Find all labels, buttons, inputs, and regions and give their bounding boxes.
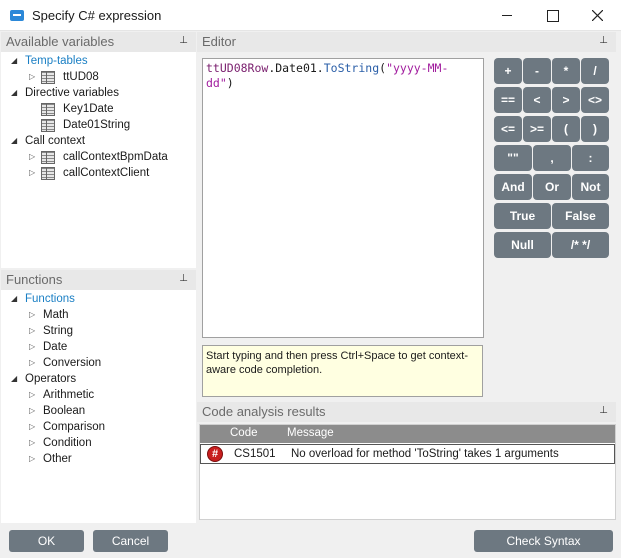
close-icon <box>592 10 603 21</box>
functions-panel-title: Functions <box>6 272 63 287</box>
collapse-icon[interactable]: ◢ <box>11 136 17 145</box>
expand-icon[interactable]: ▷ <box>29 422 35 431</box>
pin-icon[interactable]: ⊥ <box>179 35 188 46</box>
variables-tree: ◢ Temp-tables ▷ ttUD08 ◢ Directive varia… <box>1 52 196 268</box>
key-right-paren[interactable]: ) <box>581 116 609 142</box>
editor-panel-header: Editor ⊥ <box>197 32 616 52</box>
table-icon <box>41 151 55 164</box>
expand-icon[interactable]: ▷ <box>29 152 35 161</box>
code-token: "yyyy-MM- <box>386 61 449 75</box>
functions-panel-header: Functions ⊥ <box>1 270 196 290</box>
key-not[interactable]: Not <box>572 174 609 200</box>
expand-icon[interactable]: ▷ <box>29 438 35 447</box>
key-colon[interactable]: : <box>572 145 609 171</box>
expand-icon[interactable]: ▷ <box>29 358 35 367</box>
code-completion-hint: Start typing and then press Ctrl+Space t… <box>202 345 483 397</box>
app-icon <box>10 10 24 21</box>
collapse-icon[interactable]: ◢ <box>11 374 17 383</box>
window-title: Specify C# expression <box>32 8 162 23</box>
pin-icon[interactable]: ⊥ <box>179 273 188 284</box>
variables-panel-title: Available variables <box>6 34 115 49</box>
key-quotes[interactable]: "" <box>494 145 532 171</box>
analysis-panel-header: Code analysis results ⊥ <box>197 402 616 422</box>
key-multiply[interactable]: * <box>552 58 580 84</box>
analysis-results-grid: Code Message # CS1501 No overload for me… <box>199 424 616 520</box>
check-syntax-button[interactable]: Check Syntax <box>474 530 613 552</box>
column-header-message[interactable]: Message <box>287 427 334 439</box>
error-code: CS1501 <box>234 448 276 460</box>
analysis-panel-title: Code analysis results <box>202 404 326 419</box>
grid-header: Code Message <box>200 425 615 443</box>
key-greater-equal[interactable]: >= <box>523 116 551 142</box>
key-and[interactable]: And <box>494 174 532 200</box>
error-icon: # <box>207 446 223 462</box>
key-false[interactable]: False <box>552 203 609 229</box>
expand-icon[interactable]: ▷ <box>29 310 35 319</box>
key-plus[interactable]: + <box>494 58 522 84</box>
variables-panel-header: Available variables ⊥ <box>1 32 196 52</box>
ok-button[interactable]: OK <box>9 530 84 552</box>
expand-icon[interactable]: ▷ <box>29 72 35 81</box>
key-comment[interactable]: /* */ <box>552 232 609 258</box>
key-left-paren[interactable]: ( <box>552 116 580 142</box>
code-token: . <box>316 61 324 75</box>
close-button[interactable] <box>575 0 621 31</box>
expand-icon[interactable]: ▷ <box>29 342 35 351</box>
collapse-icon[interactable]: ◢ <box>11 294 17 303</box>
editor-panel-title: Editor <box>202 34 236 49</box>
key-minus[interactable]: - <box>523 58 551 84</box>
table-icon <box>41 119 55 132</box>
code-token: ToString <box>323 61 380 75</box>
key-divide[interactable]: / <box>581 58 609 84</box>
cancel-button[interactable]: Cancel <box>93 530 168 552</box>
key-greater-than[interactable]: > <box>552 87 580 113</box>
column-header-code[interactable]: Code <box>230 427 258 439</box>
key-less-than[interactable]: < <box>523 87 551 113</box>
code-editor[interactable]: ttUD08Row.Date01.ToString("yyyy-MM-dd") <box>202 58 484 338</box>
pin-icon[interactable]: ⊥ <box>599 405 608 416</box>
key-or[interactable]: Or <box>533 174 571 200</box>
key-true[interactable]: True <box>494 203 551 229</box>
expand-icon[interactable]: ▷ <box>29 390 35 399</box>
code-token: ) <box>226 76 234 90</box>
title-bar: Specify C# expression <box>0 0 621 31</box>
key-less-equal[interactable]: <= <box>494 116 522 142</box>
table-icon <box>41 103 55 116</box>
maximize-button[interactable] <box>530 0 576 31</box>
key-not-equal[interactable]: <> <box>581 87 609 113</box>
key-comma[interactable]: , <box>533 145 571 171</box>
collapse-icon[interactable]: ◢ <box>11 56 17 65</box>
expand-icon[interactable]: ▷ <box>29 406 35 415</box>
table-icon <box>41 167 55 180</box>
code-token: Date01 <box>275 61 317 75</box>
expand-icon[interactable]: ▷ <box>29 326 35 335</box>
pin-icon[interactable]: ⊥ <box>599 35 608 46</box>
table-row[interactable]: # CS1501 No overload for method 'ToStrin… <box>200 444 615 464</box>
code-token: ttUD08Row <box>206 61 269 75</box>
expand-icon[interactable]: ▷ <box>29 168 35 177</box>
table-icon <box>41 71 55 84</box>
code-token: dd" <box>206 76 227 90</box>
error-message: No overload for method 'ToString' takes … <box>291 448 559 460</box>
functions-tree: ◢ Functions ▷ Math ▷ String ▷ Date ▷ Con… <box>1 290 196 523</box>
expand-icon[interactable]: ▷ <box>29 454 35 463</box>
key-equals[interactable]: == <box>494 87 522 113</box>
collapse-icon[interactable]: ◢ <box>11 88 17 97</box>
key-null[interactable]: Null <box>494 232 551 258</box>
minimize-button[interactable] <box>484 0 530 31</box>
